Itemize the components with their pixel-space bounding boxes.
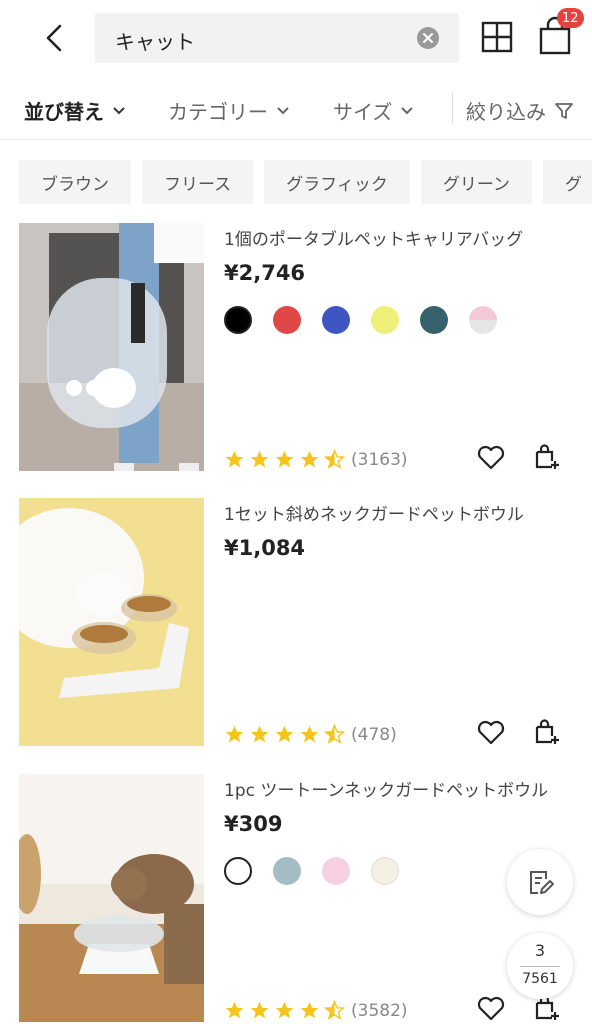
wishlist-button[interactable] — [476, 993, 506, 1023]
star-icon — [250, 725, 269, 743]
heart-icon — [477, 996, 505, 1021]
chevron-down-icon — [277, 106, 289, 114]
star-icon — [300, 725, 319, 743]
product-image[interactable] — [19, 223, 204, 471]
product-price: ¥309 — [224, 812, 283, 836]
swatch-teal[interactable] — [420, 306, 448, 334]
divider — [520, 966, 560, 967]
funnel-icon — [555, 102, 573, 119]
star-icon — [225, 1001, 244, 1019]
swatch-red[interactable] — [273, 306, 301, 334]
total-items: 7561 — [522, 971, 558, 987]
search-input[interactable]: キャット — [95, 13, 459, 63]
product-image[interactable] — [19, 498, 204, 746]
size-label: サイズ — [333, 100, 393, 124]
cat-backpack-photo — [19, 223, 204, 471]
add-to-cart-button[interactable] — [532, 442, 562, 472]
wishlist-button[interactable] — [476, 442, 506, 472]
chip-graphic[interactable]: グラフィック — [264, 160, 410, 204]
sort-dropdown[interactable]: 並び替え — [24, 96, 126, 125]
product-title[interactable]: 1pc ツートーンネックガードペットボウル — [224, 776, 548, 801]
star-icon — [250, 1001, 269, 1019]
category-label: カテゴリー — [168, 100, 268, 124]
product-card[interactable]: 1個のポータブルペットキャリアバッグ ¥2,746 (3163) — [0, 223, 592, 473]
half-star-icon — [324, 724, 345, 744]
star-icon — [275, 725, 294, 743]
product-title[interactable]: 1個のポータブルペットキャリアバッグ — [224, 225, 523, 250]
chip-green[interactable]: グリーン — [420, 160, 532, 204]
swatch-pink[interactable] — [322, 857, 350, 885]
filter-bar: 並び替え カテゴリー サイズ 絞り込み — [0, 76, 592, 140]
swatch-grey-blue[interactable] — [273, 857, 301, 885]
size-dropdown[interactable]: サイズ — [333, 96, 414, 125]
back-button[interactable] — [36, 20, 72, 56]
add-to-bag-icon — [535, 444, 559, 469]
product-card[interactable]: 1pc ツートーンネックガードペットボウル ¥309 (3582) — [0, 774, 592, 1024]
star-icon — [275, 1001, 294, 1019]
chevron-left-icon — [46, 24, 62, 52]
divider — [452, 92, 453, 124]
attribute-chips: ブラウン フリース グラフィック グリーング — [19, 160, 592, 204]
star-icon — [275, 450, 294, 468]
star-rating: (3163) — [224, 449, 408, 470]
grid-icon — [481, 21, 513, 53]
close-icon — [423, 33, 433, 43]
chip-brown[interactable]: ブラウン — [19, 160, 131, 204]
grid-view-button[interactable] — [480, 20, 514, 54]
edit-note-icon — [530, 871, 554, 894]
review-count: (3582) — [351, 1000, 408, 1021]
chip-fleece[interactable]: フリース — [142, 160, 254, 204]
chevron-down-icon — [401, 106, 414, 114]
product-price: ¥1,084 — [224, 536, 306, 560]
cat-eating-photo — [19, 774, 204, 1022]
half-star-icon — [324, 1000, 345, 1020]
swatch-black[interactable] — [224, 306, 252, 334]
sort-label: 並び替え — [24, 100, 104, 124]
category-dropdown[interactable]: カテゴリー — [168, 96, 290, 125]
half-star-icon — [324, 449, 345, 469]
filter-label: 絞り込み — [466, 100, 546, 124]
add-to-bag-icon — [535, 719, 559, 744]
review-count: (3163) — [351, 449, 408, 470]
star-icon — [250, 450, 269, 468]
product-title[interactable]: 1セット斜めネックガードペットボウル — [224, 500, 524, 525]
cart-count-badge: 12 — [557, 8, 584, 28]
star-icon — [300, 450, 319, 468]
heart-icon — [477, 445, 505, 470]
color-swatches — [224, 857, 399, 885]
star-icon — [300, 1001, 319, 1019]
add-to-cart-button[interactable] — [532, 717, 562, 747]
wishlist-button[interactable] — [476, 717, 506, 747]
color-swatches — [224, 306, 497, 334]
star-icon — [225, 450, 244, 468]
chevron-down-icon — [113, 106, 125, 114]
swatch-yellow[interactable] — [371, 306, 399, 334]
chip-truncated[interactable]: グ — [542, 160, 592, 204]
current-page: 3 — [534, 941, 546, 960]
search-query-text: キャット — [115, 30, 195, 54]
swatch-pink-grey[interactable] — [469, 306, 497, 334]
star-rating: (478) — [224, 724, 397, 745]
page-indicator[interactable]: 3 7561 — [507, 933, 573, 999]
heart-icon — [477, 720, 505, 745]
product-price: ¥2,746 — [224, 261, 306, 285]
filter-button[interactable]: 絞り込み — [466, 96, 574, 125]
cat-bowl-photo — [19, 498, 204, 746]
product-card[interactable]: 1セット斜めネックガードペットボウル ¥1,084 (478) — [0, 498, 592, 748]
swatch-blue[interactable] — [322, 306, 350, 334]
swatch-cream[interactable] — [371, 857, 399, 885]
top-bar: キャット 12 — [0, 0, 592, 76]
swatch-white[interactable] — [224, 857, 252, 885]
star-icon — [225, 725, 244, 743]
clear-search-button[interactable] — [417, 27, 439, 49]
feedback-button[interactable] — [507, 849, 573, 915]
star-rating: (3582) — [224, 1000, 408, 1021]
review-count: (478) — [351, 724, 397, 745]
product-image[interactable] — [19, 774, 204, 1022]
